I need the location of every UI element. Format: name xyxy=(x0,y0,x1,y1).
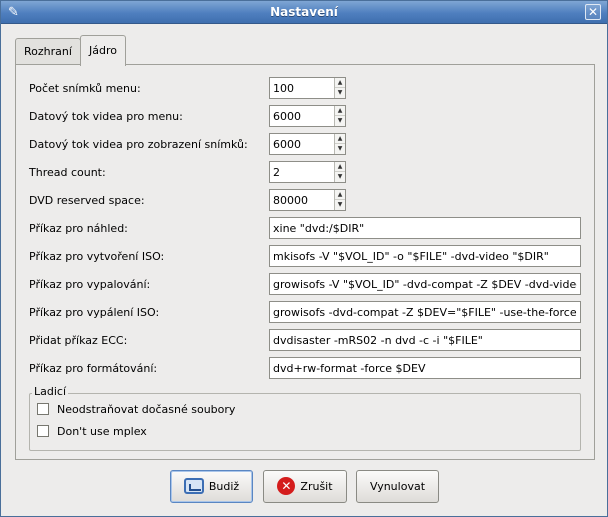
settings-window: ✎ Nastavení ✕ Rozhraní Jádro Počet snímk… xyxy=(0,0,608,517)
spin-up-icon[interactable]: ▲ xyxy=(335,134,345,144)
burn-iso-cmd-label: Příkaz pro vypálení ISO: xyxy=(29,306,160,319)
burn-cmd-label: Příkaz pro vypalování: xyxy=(29,278,151,291)
close-icon[interactable]: ✕ xyxy=(585,4,601,20)
menu-bitrate-spinbox[interactable]: 6000 ▲ ▼ xyxy=(269,105,346,127)
keep-temp-label[interactable]: Neodstraňovat dočasné soubory xyxy=(57,403,235,416)
slideshow-bitrate-label: Datový tok videa pro zobrazení snímků: xyxy=(29,138,248,151)
ecc-cmd-field[interactable] xyxy=(269,329,581,351)
keep-temp-checkbox[interactable] xyxy=(37,403,49,415)
ok-icon xyxy=(183,478,204,494)
cancel-button[interactable]: ✕ Zrušit xyxy=(263,470,347,503)
iso-cmd-input[interactable] xyxy=(270,246,580,266)
spin-down-icon[interactable]: ▼ xyxy=(335,88,345,98)
ecc-cmd-input[interactable] xyxy=(270,330,580,350)
format-cmd-input[interactable] xyxy=(270,358,580,378)
no-mplex-checkbox[interactable] xyxy=(37,425,49,437)
spin-up-icon[interactable]: ▲ xyxy=(335,106,345,116)
thread-count-spinbox[interactable]: 2 ▲ ▼ xyxy=(269,161,346,183)
burn-iso-cmd-field[interactable] xyxy=(269,301,581,323)
ecc-cmd-label: Přidat příkaz ECC: xyxy=(29,334,128,347)
dvd-reserved-label: DVD reserved space: xyxy=(29,194,145,207)
preview-cmd-field[interactable] xyxy=(269,217,581,239)
menu-frames-value[interactable]: 100 xyxy=(273,82,294,95)
menu-frames-label: Počet snímků menu: xyxy=(29,82,141,95)
cancel-icon: ✕ xyxy=(277,477,296,495)
spin-up-icon[interactable]: ▲ xyxy=(335,78,345,88)
no-mplex-checkbox-row[interactable]: Don't use mplex xyxy=(37,425,147,438)
menu-bitrate-value[interactable]: 6000 xyxy=(273,110,301,123)
cancel-button-label: Zrušit xyxy=(300,480,333,493)
format-cmd-label: Příkaz pro formátování: xyxy=(29,362,158,375)
thread-count-label: Thread count: xyxy=(29,166,106,179)
format-cmd-field[interactable] xyxy=(269,357,581,379)
spin-up-icon[interactable]: ▲ xyxy=(335,190,345,200)
preview-cmd-label: Příkaz pro náhled: xyxy=(29,222,128,235)
iso-cmd-field[interactable] xyxy=(269,245,581,267)
thread-count-value[interactable]: 2 xyxy=(273,166,280,179)
spin-down-icon[interactable]: ▼ xyxy=(335,144,345,154)
burn-cmd-input[interactable] xyxy=(270,274,580,294)
spin-down-icon[interactable]: ▼ xyxy=(335,172,345,182)
slideshow-bitrate-spinbox[interactable]: 6000 ▲ ▼ xyxy=(269,133,346,155)
menu-frames-spinbox[interactable]: 100 ▲ ▼ xyxy=(269,77,346,99)
reset-button-label: Vynulovat xyxy=(369,480,426,493)
spin-down-icon[interactable]: ▼ xyxy=(335,116,345,126)
burn-cmd-field[interactable] xyxy=(269,273,581,295)
tab-core[interactable]: Jádro xyxy=(80,35,126,66)
burn-iso-cmd-input[interactable] xyxy=(270,302,580,322)
dvd-reserved-spinbox[interactable]: 80000 ▲ ▼ xyxy=(269,189,346,211)
ok-button[interactable]: Budiž xyxy=(170,470,253,503)
menu-bitrate-label: Datový tok videa pro menu: xyxy=(29,110,183,123)
reset-button[interactable]: Vynulovat xyxy=(356,470,439,503)
no-mplex-label[interactable]: Don't use mplex xyxy=(57,425,147,438)
slideshow-bitrate-value[interactable]: 6000 xyxy=(273,138,301,151)
iso-cmd-label: Příkaz pro vytvoření ISO: xyxy=(29,250,165,263)
spin-down-icon[interactable]: ▼ xyxy=(335,200,345,210)
debug-frame-title: Ladicí xyxy=(32,385,69,398)
preview-cmd-input[interactable] xyxy=(270,218,580,238)
core-settings-panel: Počet snímků menu: 100 ▲ ▼ Datový tok vid… xyxy=(15,64,595,460)
title-bar[interactable]: ✎ Nastavení ✕ xyxy=(1,1,607,24)
debug-frame xyxy=(29,393,581,451)
keep-temp-checkbox-row[interactable]: Neodstraňovat dočasné soubory xyxy=(37,403,235,416)
dvd-reserved-value[interactable]: 80000 xyxy=(273,194,308,207)
ok-button-label: Budiž xyxy=(208,480,240,493)
spin-up-icon[interactable]: ▲ xyxy=(335,162,345,172)
window-title: Nastavení xyxy=(270,5,338,19)
tab-interface[interactable]: Rozhraní xyxy=(15,38,81,65)
